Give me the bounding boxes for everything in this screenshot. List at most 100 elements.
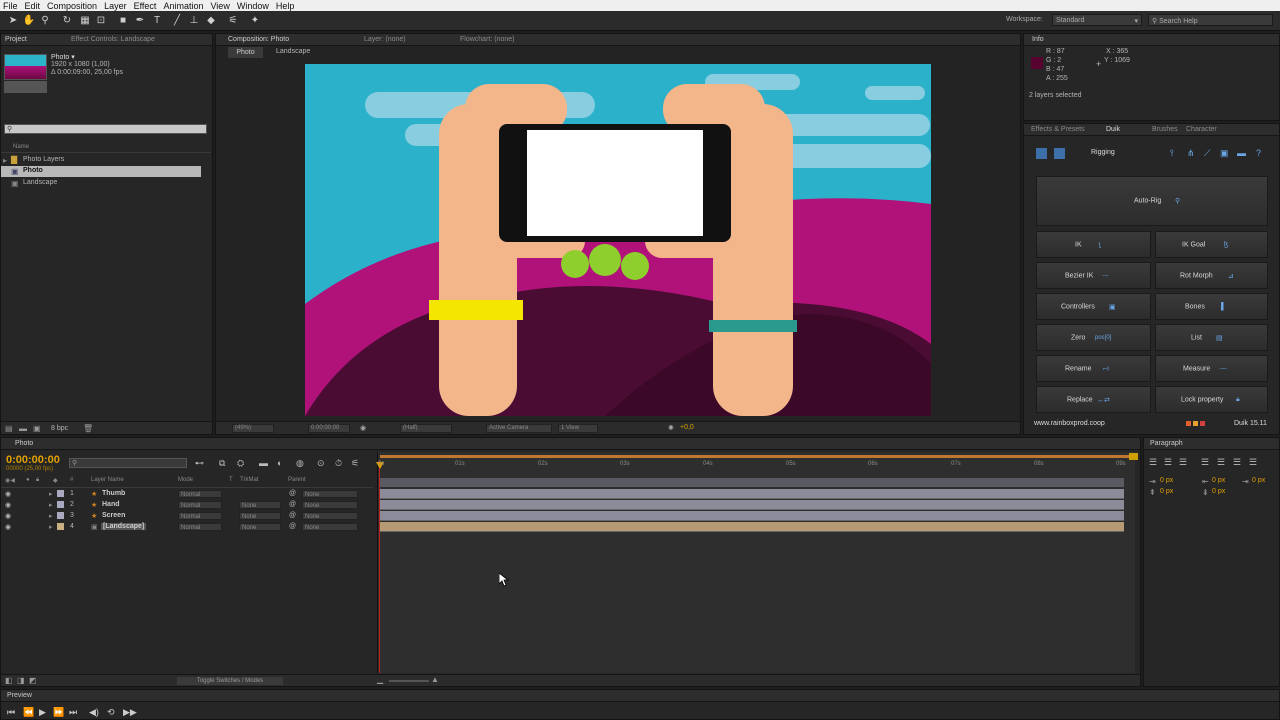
zoom-slider[interactable] <box>389 680 429 682</box>
track-matte-select[interactable]: None <box>239 523 281 531</box>
menu-effect[interactable]: Effect <box>134 1 157 11</box>
breadcrumb-landscape[interactable]: Landscape <box>276 48 310 55</box>
duik-automation-icon[interactable]: ⋔ <box>1187 148 1195 159</box>
track-matte-select[interactable]: None <box>239 512 281 520</box>
layer-name[interactable]: Hand <box>102 501 120 508</box>
tab-flowchart[interactable]: Flowchart: (none) <box>460 36 514 43</box>
column-layer-name-header[interactable]: Layer Name <box>91 477 124 483</box>
tab-preview[interactable]: Preview <box>7 692 32 699</box>
project-item-name[interactable]: Photo ▾ <box>51 53 75 61</box>
workspace-select[interactable]: Standard ▾ <box>1052 14 1142 26</box>
menu-window[interactable]: Window <box>237 1 269 11</box>
selection-tool-icon[interactable]: ➤ <box>6 14 20 28</box>
disclosure-triangle-icon[interactable]: ▸ <box>49 523 53 531</box>
eraser-tool-icon[interactable]: ◆ <box>204 14 218 28</box>
layer-bar-screen[interactable] <box>380 511 1124 521</box>
label-color-swatch[interactable] <box>57 512 64 519</box>
zoom-tool-icon[interactable]: ⚲ <box>38 14 52 28</box>
tab-layer[interactable]: Layer: (none) <box>364 36 406 43</box>
blend-mode-select[interactable]: Normal <box>178 490 222 498</box>
brainstorm-icon[interactable]: ◍ <box>296 458 304 469</box>
motion-blur-icon[interactable]: ◐ <box>277 458 282 468</box>
indent-first-value[interactable]: 0 px <box>1252 477 1265 484</box>
measure-button[interactable]: Measure ·–· <box>1155 355 1268 382</box>
layer-row[interactable]: ◉ ▸ 2 ★ Hand Normal None @ None <box>1 500 373 511</box>
rename-button[interactable]: Rename ⌐ı <box>1036 355 1151 382</box>
tab-effects-presets[interactable]: Effects & Presets <box>1031 126 1085 133</box>
graph-editor-icon[interactable]: ⊙ <box>317 458 325 469</box>
ik-button[interactable]: IK ʅ <box>1036 231 1151 258</box>
layer-row[interactable]: ◉ ▸ 3 ★ Screen Normal None @ None <box>1 511 373 522</box>
controllers-button[interactable]: Controllers ▣ <box>1036 293 1151 320</box>
label-color-swatch[interactable] <box>57 523 64 530</box>
pen-tool-icon[interactable]: ✒ <box>133 14 147 28</box>
disclosure-triangle-icon[interactable]: ▸ <box>49 512 53 520</box>
menu-help[interactable]: Help <box>276 1 295 11</box>
layer-bar-hand[interactable] <box>380 500 1124 510</box>
blend-mode-select[interactable]: Normal <box>178 512 222 520</box>
frame-blending-icon[interactable]: ▬ <box>259 458 268 468</box>
pan-behind-tool-icon[interactable]: ⊡ <box>94 14 108 28</box>
layer-name[interactable]: Screen <box>102 512 125 519</box>
previous-frame-icon[interactable]: ⏪ <box>23 707 34 718</box>
lock-property-button[interactable]: Lock property 🔒︎ <box>1155 386 1268 413</box>
align-right-icon[interactable]: ☰ <box>1179 457 1187 468</box>
parent-select[interactable]: None <box>302 512 358 520</box>
type-tool-icon[interactable]: T <box>150 14 164 28</box>
align-center-icon[interactable]: ☰ <box>1164 457 1172 468</box>
layer-row[interactable]: ◉ ▸ 4 ▣ [Landscape] Normal None @ None <box>1 522 373 533</box>
project-item-landscape[interactable]: ▣ Landscape <box>1 178 201 189</box>
eye-icon[interactable]: ◉ <box>5 490 11 498</box>
tab-photo-timeline[interactable]: Photo <box>15 440 33 447</box>
tab-duik[interactable]: Duik <box>1106 126 1120 133</box>
menu-view[interactable]: View <box>210 1 229 11</box>
align-left-icon[interactable]: ☰ <box>1149 457 1157 468</box>
justify-left-icon[interactable]: ☰ <box>1201 457 1209 468</box>
camera-tool-icon[interactable]: ▦ <box>78 14 92 28</box>
camera-select[interactable]: Active Camera <box>486 424 552 433</box>
justify-center-icon[interactable]: ☰ <box>1217 457 1225 468</box>
menu-edit[interactable]: Edit <box>25 1 41 11</box>
disclosure-triangle-icon[interactable]: ▸ <box>49 501 53 509</box>
expand-timestretch-icon[interactable]: ◩ <box>29 676 37 685</box>
timecode-field[interactable]: 0:00:00:00 <box>308 424 350 433</box>
puppet-tool-icon[interactable]: ✦ <box>248 14 262 28</box>
tab-composition[interactable]: Composition: Photo <box>228 36 289 43</box>
pickwhip-icon[interactable]: @ <box>289 523 296 530</box>
hand-tool-icon[interactable]: ✋ <box>22 14 36 28</box>
timeline-search-input[interactable]: ⚲ <box>69 458 187 468</box>
zero-button[interactable]: Zero pos[0] <box>1036 324 1151 351</box>
shape-tool-icon[interactable]: ■ <box>116 14 130 28</box>
shy-layers-icon[interactable]: ⛭ <box>237 458 244 469</box>
duik-help-icon[interactable]: ? <box>1256 148 1261 158</box>
indent-right-value[interactable]: 0 px <box>1212 477 1225 484</box>
breadcrumb-photo[interactable]: Photo <box>228 47 263 58</box>
next-frame-icon[interactable]: ⏩ <box>53 707 64 718</box>
rot-morph-button[interactable]: Rot Morph ⊿ <box>1155 262 1268 289</box>
brush-tool-icon[interactable]: ╱ <box>170 14 184 28</box>
website-link[interactable]: www.rainboxprod.coop <box>1034 420 1105 427</box>
project-item-photo[interactable]: ▣ Photo <box>1 166 201 177</box>
space-before-value[interactable]: 0 px <box>1160 488 1173 495</box>
composition-viewer[interactable] <box>305 64 931 416</box>
parent-select[interactable]: None <box>302 501 358 509</box>
tab-brushes[interactable]: Brushes <box>1152 126 1178 133</box>
ik-goal-button[interactable]: IK Goal ɮ <box>1155 231 1268 258</box>
duik-io-icon[interactable]: ▣ <box>1220 148 1229 159</box>
exposure-value[interactable]: +0,0 <box>680 424 694 431</box>
pickwhip-icon[interactable]: @ <box>289 501 296 508</box>
menu-layer[interactable]: Layer <box>104 1 127 11</box>
interpret-footage-icon[interactable]: ▤ <box>5 424 13 433</box>
new-folder-icon[interactable]: ▬ <box>19 424 27 433</box>
label-color-swatch[interactable] <box>57 501 64 508</box>
tab-info[interactable]: Info <box>1032 36 1044 43</box>
snapshot-icon[interactable]: ◉ <box>360 424 366 432</box>
zoom-out-icon[interactable]: ▁ <box>377 675 383 684</box>
project-search-input[interactable]: ⚲ <box>4 124 207 134</box>
view-layout-select[interactable]: 1 View <box>558 424 598 433</box>
comp-mini-flowchart-icon[interactable]: ⊷ <box>195 458 204 469</box>
rotate-tool-icon[interactable]: ↻ <box>60 14 74 28</box>
label-color-swatch[interactable] <box>57 490 64 497</box>
exposure-icon[interactable]: ✺ <box>668 424 674 432</box>
duik-settings-icon[interactable]: ▬ <box>1237 148 1246 158</box>
